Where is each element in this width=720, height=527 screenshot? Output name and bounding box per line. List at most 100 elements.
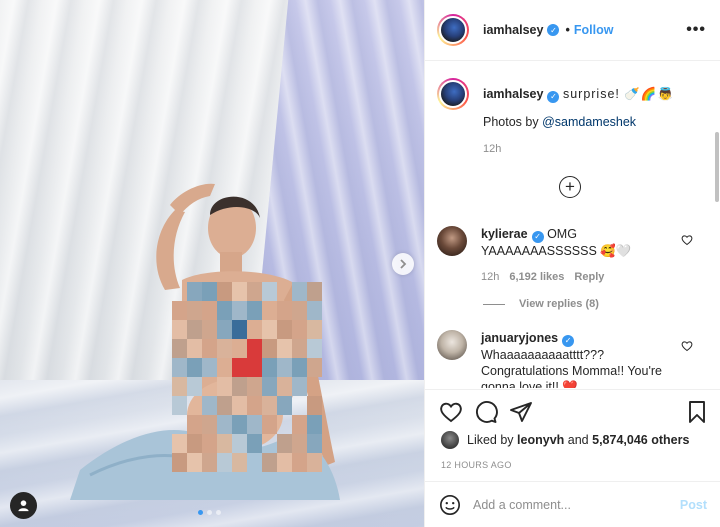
mosaic-cell [232, 377, 247, 396]
view-replies-button[interactable]: View replies (8) [483, 298, 599, 310]
mosaic-cell [187, 415, 202, 434]
comment-bubble-icon[interactable] [474, 400, 498, 424]
mosaic-cell [202, 358, 217, 377]
mosaic-cell [277, 358, 292, 377]
mosaic-cell [307, 339, 322, 358]
mosaic-cell [232, 358, 247, 377]
mosaic-cell [277, 320, 292, 339]
mosaic-cell [217, 282, 232, 301]
commenter-avatar[interactable] [437, 226, 467, 256]
carousel-dots [198, 510, 221, 515]
save-bookmark-icon[interactable] [685, 400, 709, 424]
like-comment-heart-icon[interactable] [681, 340, 693, 352]
carousel-next-button[interactable] [392, 253, 414, 275]
mosaic-cell [202, 320, 217, 339]
mosaic-cell [262, 434, 277, 453]
mosaic-cell [172, 396, 187, 415]
like-comment-heart-icon[interactable] [681, 234, 693, 246]
post-image[interactable] [0, 0, 424, 527]
comments-list[interactable]: iamhalsey ✓ surprise! 🍼🌈👼 Photos by @samd… [425, 62, 720, 388]
verified-badge-icon: ✓ [531, 231, 544, 243]
censor-mosaic [172, 282, 322, 472]
mosaic-cell [277, 396, 292, 415]
post-sidebar: iamhalsey ✓ • Follow ••• iamhalsey ✓ surpr… [424, 0, 720, 527]
follow-button[interactable]: • Follow [565, 23, 613, 37]
mosaic-cell [202, 434, 217, 453]
mosaic-cell [262, 301, 277, 320]
verified-badge-icon: ✓ [547, 24, 560, 36]
mosaic-cell [202, 339, 217, 358]
user-icon [18, 500, 29, 512]
liker-username[interactable]: leonyvh [517, 433, 564, 447]
caption-row: iamhalsey ✓ surprise! 🍼🌈👼 [437, 78, 674, 110]
mosaic-cell [292, 453, 307, 472]
comment-likes[interactable]: 6,192 likes [509, 269, 564, 285]
load-more-comments-button[interactable]: + [559, 176, 581, 198]
like-heart-icon[interactable] [439, 400, 463, 424]
reply-button[interactable]: Reply [574, 269, 604, 285]
mosaic-cell [262, 415, 277, 434]
emoji-icon[interactable] [439, 494, 461, 516]
mosaic-cell [292, 377, 307, 396]
mosaic-cell [307, 453, 322, 472]
mosaic-cell [172, 358, 187, 377]
plus-icon: + [565, 177, 575, 196]
mosaic-cell [217, 434, 232, 453]
caption-username[interactable]: iamhalsey [483, 87, 543, 101]
comment-time[interactable]: 12h [481, 269, 499, 285]
mosaic-cell [292, 415, 307, 434]
mosaic-cell [292, 339, 307, 358]
commenter-avatar[interactable] [437, 330, 467, 360]
mosaic-cell [217, 358, 232, 377]
mosaic-cell [247, 301, 262, 320]
mosaic-cell [307, 301, 322, 320]
mosaic-cell [217, 320, 232, 339]
caption-time[interactable]: 12h [483, 143, 501, 155]
view-replies-label: View replies (8) [519, 298, 599, 310]
mosaic-cell [292, 282, 307, 301]
mosaic-cell [247, 453, 262, 472]
mosaic-cell [232, 396, 247, 415]
comment-row: januaryjones ✓ Whaaaaaaaaaatttt??? Congra… [437, 330, 681, 388]
post-timestamp[interactable]: 12 HOURS AGO [441, 460, 512, 470]
mosaic-cell [202, 301, 217, 320]
commenter-username[interactable]: januaryjones [481, 331, 558, 345]
commenter-username[interactable]: kylierae [481, 227, 528, 241]
mosaic-cell [307, 282, 322, 301]
likes-summary: Liked by leonyvh and 5,874,046 others [441, 431, 689, 449]
author-username[interactable]: iamhalsey [483, 23, 543, 37]
mosaic-cell [247, 415, 262, 434]
mosaic-cell [277, 415, 292, 434]
mosaic-cell [172, 301, 187, 320]
separator-dot: • [565, 23, 570, 37]
mosaic-cell [187, 453, 202, 472]
follow-label: Follow [573, 23, 614, 37]
mosaic-cell [247, 396, 262, 415]
mosaic-cell [172, 282, 187, 301]
likes-count[interactable]: 5,874,046 others [592, 433, 689, 447]
mosaic-cell [202, 453, 217, 472]
caption-avatar[interactable] [437, 78, 469, 110]
mosaic-cell [172, 415, 187, 434]
post-header: iamhalsey ✓ • Follow ••• [425, 0, 720, 61]
mosaic-cell [187, 434, 202, 453]
carousel-dot [216, 510, 221, 515]
comment-input[interactable] [473, 497, 680, 512]
more-options-icon[interactable]: ••• [686, 21, 706, 39]
mosaic-cell [232, 415, 247, 434]
tagged-users-button[interactable] [10, 492, 37, 519]
author-avatar[interactable] [437, 14, 469, 46]
mosaic-cell [307, 358, 322, 377]
mosaic-cell [232, 282, 247, 301]
liker-avatar[interactable] [441, 431, 459, 449]
share-plane-icon[interactable] [509, 400, 533, 424]
carousel-dot [207, 510, 212, 515]
mosaic-cell [307, 320, 322, 339]
mosaic-cell [232, 301, 247, 320]
comments-scrollbar[interactable] [715, 132, 719, 202]
photographer-link[interactable]: @samdameshek [542, 115, 636, 129]
mosaic-cell [202, 415, 217, 434]
mosaic-cell [262, 377, 277, 396]
post-comment-button[interactable]: Post [680, 498, 707, 512]
mosaic-cell [217, 339, 232, 358]
